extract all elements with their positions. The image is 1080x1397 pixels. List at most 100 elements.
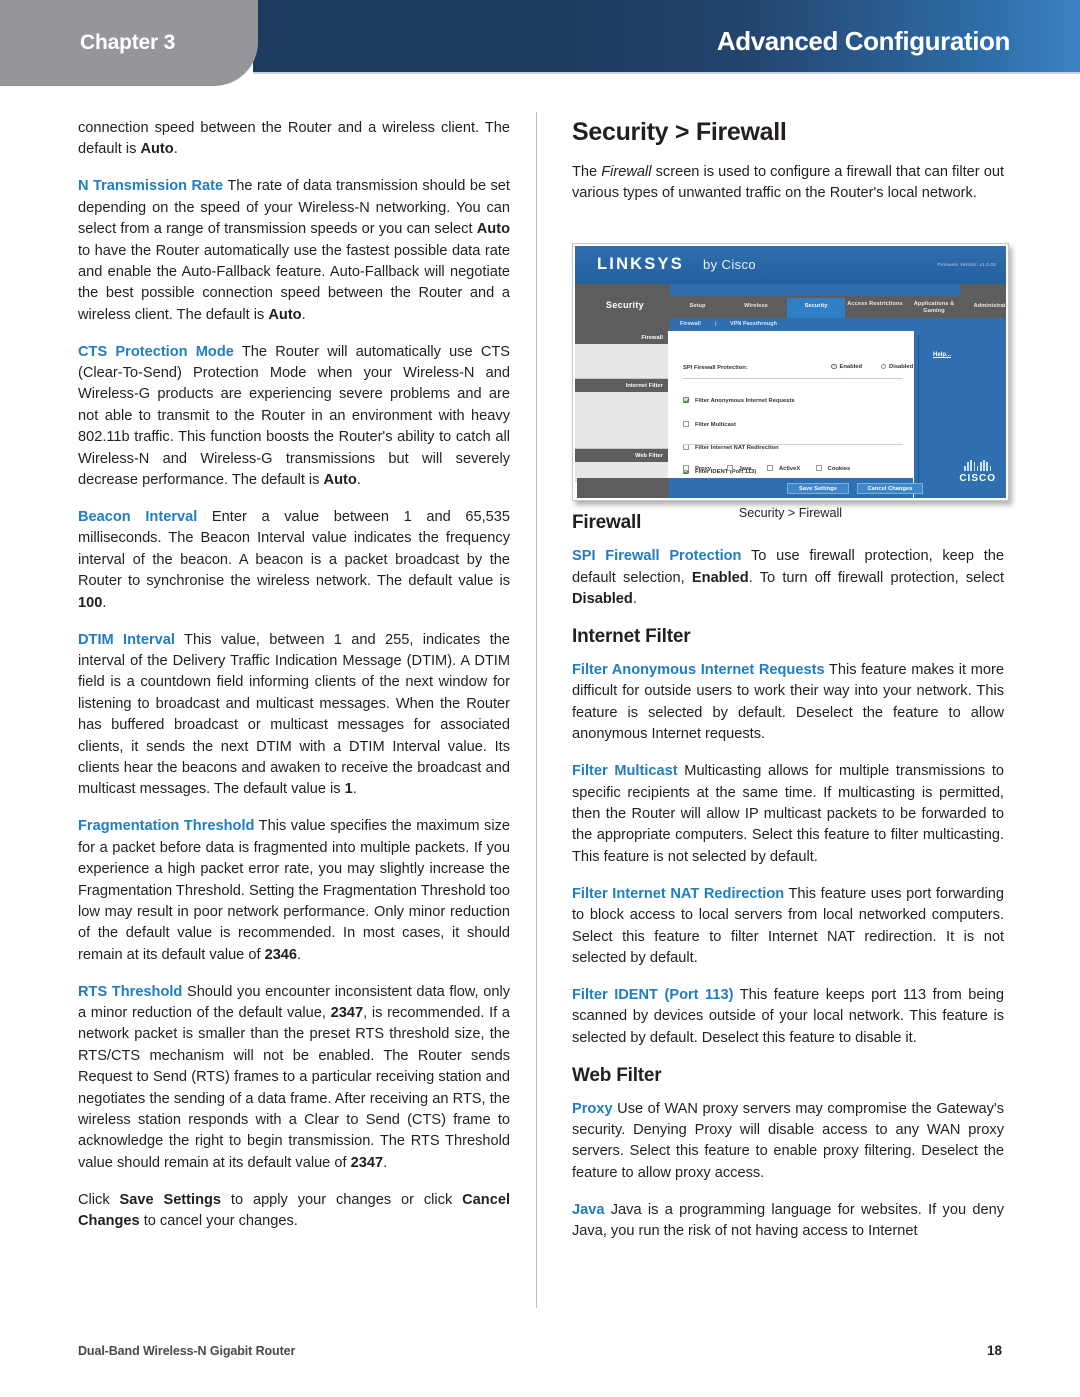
paragraph-dtim-interval: DTIM Interval This value, between 1 and …: [78, 630, 510, 801]
paragraph-filter-internet-nat-redirection: Filter Internet NAT Redirection This fea…: [572, 884, 1004, 970]
paragraph-proxy: Proxy Use of WAN proxy servers may compr…: [572, 1099, 1004, 1185]
text: Use of WAN proxy servers may compromise …: [572, 1100, 1004, 1181]
checkbox-row[interactable]: Filter Multicast: [683, 413, 795, 431]
checkbox-filter-multicast[interactable]: [683, 420, 689, 427]
tab-security[interactable]: Security: [787, 298, 845, 318]
paragraph-beacon-interval: Beacon Interval Enter a value between 1 …: [78, 507, 510, 614]
text: . To turn off firewall protection, selec…: [748, 569, 1004, 586]
checkbox-java[interactable]: [726, 465, 733, 471]
paragraph-filter-multicast: Filter Multicast Multicasting allows for…: [572, 761, 1004, 868]
router-tab-bar: Setup Wireless Security Access Restricti…: [670, 296, 1008, 318]
text: to apply your changes or click: [221, 1191, 463, 1208]
spi-radio-group: Enabled Disabled: [831, 355, 927, 373]
paragraph-cts-protection-mode: CTS Protection Mode The Router will auto…: [78, 342, 510, 492]
bold-value-2347: 2347: [330, 1005, 364, 1022]
checkbox-row[interactable]: Filter Internet NAT Redirection: [683, 436, 795, 454]
firmware-version-label: Firmware Version: v1.0.02: [937, 262, 996, 267]
heading-internet-filter: Internet Filter: [572, 626, 691, 648]
paragraph-spi-firewall-protection: SPI Firewall Protection To use firewall …: [572, 546, 1004, 610]
help-link[interactable]: Help...: [933, 352, 951, 358]
radio-enabled[interactable]: [831, 363, 837, 369]
text: , is recommended. If a network packet is…: [78, 1005, 510, 1171]
checkbox-filter-anonymous-internet-requests[interactable]: [683, 397, 689, 403]
bold-auto: Auto: [140, 141, 174, 158]
paragraph-rts-threshold: RTS Threshold Should you encounter incon…: [78, 982, 510, 1175]
term-dtim-interval: DTIM Interval: [78, 631, 175, 648]
checkbox-label: Filter Internet NAT Redirection: [695, 445, 779, 451]
checkbox-cookies[interactable]: [815, 465, 822, 471]
divider-line-2: [683, 444, 903, 445]
checkbox-proxy[interactable]: [683, 465, 689, 471]
left-column: connection speed between the Router and …: [78, 118, 510, 1233]
footer-rule: [78, 1332, 1002, 1333]
term-java: Java: [572, 1201, 605, 1218]
side-panel-internet-filter: [575, 392, 668, 449]
term-filter-internet-nat-redirection: Filter Internet NAT Redirection: [572, 885, 785, 902]
text: .: [356, 472, 361, 489]
router-help-panel: Help... CISCO: [914, 331, 1006, 498]
term-filter-anonymous-internet-requests: Filter Anonymous Internet Requests: [572, 662, 825, 679]
paragraph-filter-anonymous-internet-requests: Filter Anonymous Internet Requests This …: [572, 660, 1004, 746]
router-subtab-bar: Firewall | VPN Passthrough: [670, 318, 1006, 331]
spi-firewall-row: SPI Firewall Protection: Enabled Disable…: [683, 356, 913, 374]
checkbox-label: Filter Multicast: [695, 421, 736, 428]
side-panel-firewall: [575, 344, 668, 379]
bold-auto: Auto: [323, 472, 357, 489]
term-filter-multicast: Filter Multicast: [572, 763, 678, 780]
router-main-panel: SPI Firewall Protection: Enabled Disable…: [669, 331, 913, 498]
bold-disabled: Disabled: [572, 591, 633, 608]
footer-product-name: Dual-Band Wireless-N Gigabit Router: [78, 1344, 296, 1358]
text: to cancel your changes.: [139, 1213, 298, 1230]
chapter-label: Chapter 3: [80, 31, 176, 54]
linksys-logo: LINKSYS: [597, 255, 684, 273]
router-footer-left: [577, 478, 669, 498]
checkbox-label: Cookies: [827, 466, 851, 472]
text: .: [297, 946, 302, 963]
text: .: [102, 594, 107, 611]
page-header: Chapter 3 Advanced Configuration: [0, 0, 1080, 86]
cisco-bars-icon: [959, 460, 996, 471]
column-divider: [536, 112, 537, 1308]
page-footer: Dual-Band Wireless-N Gigabit Router 18: [78, 1343, 1002, 1358]
text: .: [173, 141, 178, 158]
checkbox-activex[interactable]: [766, 465, 773, 471]
term-beacon-interval: Beacon Interval: [78, 509, 198, 525]
paragraph-filter-ident-port-113: Filter IDENT (Port 113) This feature kee…: [572, 985, 1004, 1049]
router-body: Firewall Internet Filter Web Filter SPI …: [575, 331, 1006, 498]
radio-enabled-label: Enabled: [839, 364, 863, 370]
router-nav-strip: Security Setup Wireless Security Access …: [575, 284, 1008, 331]
paragraph-save-cancel: Click Save Settings to apply your change…: [78, 1190, 510, 1233]
bold-enabled: Enabled: [691, 569, 749, 586]
text: .: [383, 1154, 388, 1171]
cancel-changes-button[interactable]: Cancel Changes: [857, 483, 923, 494]
page-title: Advanced Configuration: [716, 26, 1011, 56]
tab-administration[interactable]: Administration: [963, 298, 1008, 318]
text: .: [352, 781, 357, 798]
term-n-transmission-rate: N Transmission Rate: [78, 178, 224, 195]
term-filter-ident-port-113: Filter IDENT (Port 113): [572, 986, 734, 1003]
cisco-logo: CISCO: [959, 460, 996, 484]
subtab-vpn-passthrough[interactable]: VPN Passthrough: [730, 321, 777, 327]
tab-access-restrictions[interactable]: Access Restrictions: [845, 298, 905, 318]
bold-value-1: 1: [344, 781, 353, 798]
text: Java is a programming language for websi…: [572, 1201, 1004, 1240]
subtab-firewall[interactable]: Firewall: [680, 321, 701, 327]
subtab-divider: |: [715, 321, 717, 327]
checkbox-label: Proxy: [695, 466, 712, 472]
paragraph-java: Java Java is a programming language for …: [572, 1200, 1004, 1243]
side-section-firewall-header: Firewall: [575, 331, 668, 344]
tab-wireless[interactable]: Wireless: [725, 298, 787, 318]
tab-applications-gaming[interactable]: Applications & Gaming: [905, 298, 963, 318]
text: This value, between 1 and 255, indicates…: [78, 631, 510, 798]
tab-setup[interactable]: Setup: [670, 298, 725, 318]
bold-save-settings: Save Settings: [119, 1191, 222, 1208]
italic-firewall: Firewall: [601, 164, 652, 180]
radio-disabled[interactable]: [880, 363, 887, 369]
save-settings-button[interactable]: Save Settings: [787, 483, 849, 494]
term-fragmentation-threshold: Fragmentation Threshold: [78, 818, 255, 835]
checkbox-row[interactable]: Filter Anonymous Internet Requests: [683, 389, 795, 407]
cisco-wordmark: CISCO: [959, 473, 996, 484]
router-footer-bar: Save Settings Cancel Changes: [669, 478, 923, 498]
bold-auto: Auto: [476, 221, 510, 238]
bold-auto: Auto: [268, 306, 302, 323]
